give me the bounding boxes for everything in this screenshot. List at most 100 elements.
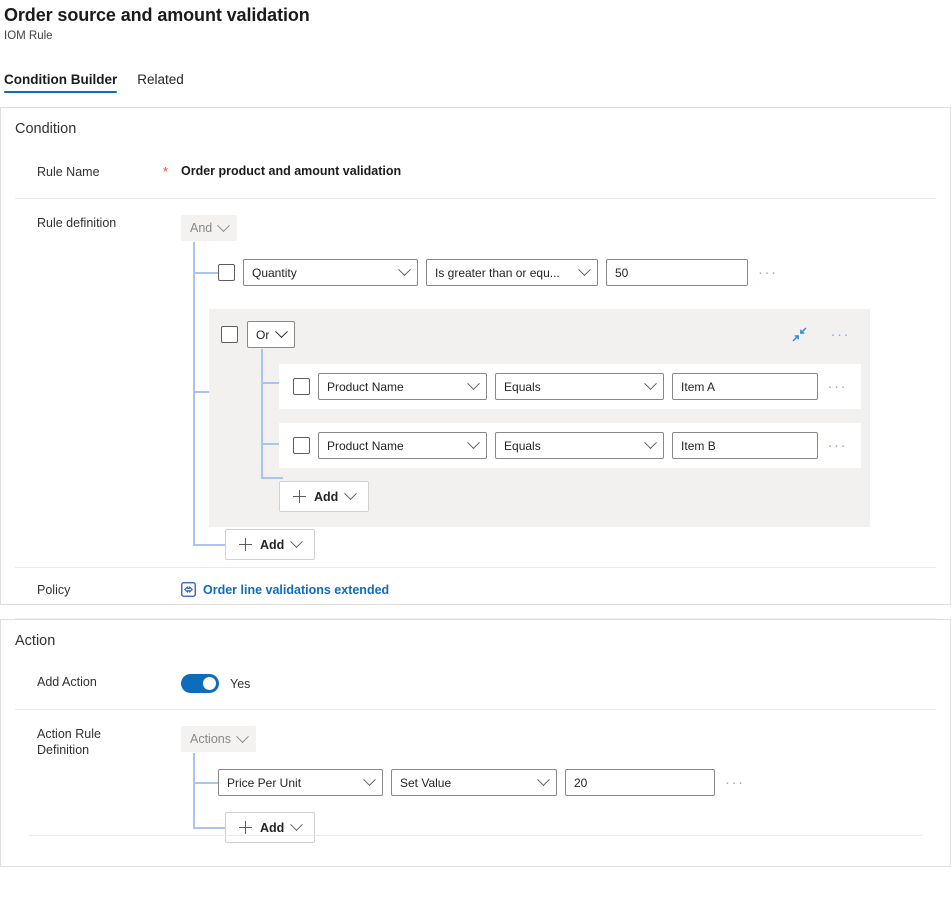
toggle-knob [202,677,216,690]
row-checkbox[interactable] [293,378,310,395]
root-add-wrap: Add [225,529,316,560]
policy-icon [181,582,196,597]
row-more-options-icon[interactable]: ··· [756,265,780,280]
policy-row: Policy Order line validations extended [1,568,950,618]
value-input-quantity[interactable]: 50 [606,259,748,286]
condition-row-product-b: Product Name Equals Item B ··· [293,432,849,459]
field-select-price-per-unit[interactable]: Price Per Unit [218,769,383,796]
chevron-down-icon [537,773,550,787]
tree-branch-group [193,391,209,393]
root-add-button[interactable]: Add [225,529,316,560]
chevron-down-icon [578,263,591,277]
field-select-product-b[interactable]: Product Name [318,432,488,459]
chevron-down-icon [290,535,304,549]
chevron-down-icon [236,729,249,743]
tab-related[interactable]: Related [137,72,184,93]
tree-trunk-action [193,753,195,828]
policy-link-label: Order line validations extended [203,582,390,597]
collapse-icon[interactable] [792,327,807,342]
action-rule-definition-row: Action Rule Definition Actions Price Per… [1,710,950,843]
chevron-down-icon [217,218,231,232]
field-select-label: Product Name [327,379,404,394]
operator-select-quantity[interactable]: Is greater than or equ... [426,259,598,286]
chevron-down-icon [644,377,657,391]
value-input-product-b[interactable]: Item B [672,432,818,459]
row-checkbox[interactable] [218,264,235,281]
tab-condition-builder[interactable]: Condition Builder [4,72,118,93]
chevron-down-icon [275,325,289,339]
rule-name-label: Rule Name [37,165,100,179]
operator-select-product-b[interactable]: Equals [495,432,665,459]
group-checkbox[interactable] [221,326,238,343]
page-subtitle: IOM Rule [4,30,53,42]
action-rule-definition-label-line2: Definition [37,743,90,757]
tree-branch-row1 [193,272,218,274]
row-more-options-icon[interactable]: ··· [826,379,850,394]
action-root-operator[interactable]: Actions [181,726,256,752]
value-input-text: Item A [681,379,716,394]
condition-builder: And Quantity Is greater than or equ... 5… [181,215,936,567]
condition-card-title: Condition [15,121,77,137]
field-select-label: Product Name [327,438,404,453]
chevron-down-icon [644,436,657,450]
tree-branch-add [193,544,225,546]
chevron-down-icon [467,436,480,450]
add-action-label: Add Action [37,675,97,689]
chevron-down-icon [344,487,358,501]
tab-bar: Condition Builder Related [0,65,951,93]
action-builder: Actions Price Per Unit Set Value 20 ··· [181,726,936,843]
root-add-label: Add [260,537,285,552]
rule-name-value: Order product and amount validation [181,164,402,178]
operator-select-label: Equals [504,438,541,453]
value-input-price[interactable]: 20 [565,769,715,796]
chevron-down-icon [363,773,376,787]
root-logic-operator-label: And [190,221,213,235]
action-rule-definition-label: Action Rule Definition [15,726,163,758]
group-header: Or ··· [209,321,870,348]
root-logic-operator-and[interactable]: And [181,215,238,241]
field-select-label: Price Per Unit [227,775,302,790]
plus-icon [293,490,306,503]
tree-branch-action-add [193,827,225,829]
action-add-label: Add [260,820,285,835]
chevron-down-icon [398,263,411,277]
tree-trunk-group [261,349,263,477]
policy-label: Policy [37,583,71,597]
required-indicator: * [163,164,169,179]
field-select-label: Quantity [252,265,297,280]
action-card: Action Add Action Yes Action Rule Defini… [0,619,951,867]
page-title: Order source and amount validation [4,5,310,25]
rule-definition-label: Rule definition [37,216,117,230]
row-checkbox[interactable] [293,437,310,454]
group-logic-operator-label: Or [256,327,270,342]
tree-branch-action-row [193,782,218,784]
add-action-toggle-wrap: Yes [181,674,250,693]
field-select-product-a[interactable]: Product Name [318,373,488,400]
add-action-toggle[interactable] [181,674,219,693]
plus-icon [239,538,252,551]
group-logic-operator-or[interactable]: Or [247,321,296,348]
policy-link-wrap: Order line validations extended [181,582,389,602]
group-add-wrap: Add [279,481,870,512]
operator-select-label: Is greater than or equ... [435,265,560,280]
row-more-options-icon[interactable]: ··· [723,775,747,790]
policy-link[interactable]: Order line validations extended [181,582,389,597]
chevron-down-icon [290,818,304,832]
value-input-text: 20 [574,775,588,790]
operator-select-set-value[interactable]: Set Value [391,769,557,796]
row-more-options-icon[interactable]: ··· [826,438,850,453]
divider [29,835,922,836]
add-action-toggle-state: Yes [230,676,251,691]
group-row-item-a: Product Name Equals Item A ··· [279,364,861,409]
action-row-price-per-unit: Price Per Unit Set Value 20 ··· [218,769,818,796]
action-add-button[interactable]: Add [225,812,316,843]
operator-select-label: Set Value [400,775,452,790]
value-input-product-a[interactable]: Item A [672,373,818,400]
group-add-button[interactable]: Add [279,481,370,512]
chevron-down-icon [467,377,480,391]
field-select-quantity[interactable]: Quantity [243,259,418,286]
group-more-options-icon[interactable]: ··· [829,327,853,342]
operator-select-product-a[interactable]: Equals [495,373,665,400]
rule-definition-row: Rule definition And Quantity Is greater … [1,199,950,567]
tree-branch-gadd [261,477,283,479]
